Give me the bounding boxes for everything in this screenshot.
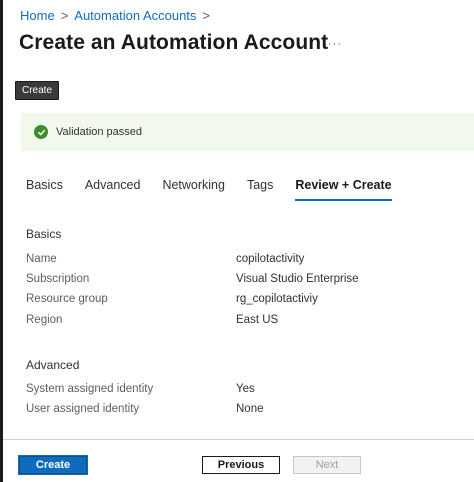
summary-row-subscription: Subscription Visual Studio Enterprise — [26, 273, 466, 285]
summary-row-system-identity: System assigned identity Yes — [26, 383, 466, 395]
row-label: Resource group — [26, 293, 108, 305]
breadcrumb-separator-icon: > — [202, 8, 211, 23]
tab-review-create[interactable]: Review + Create — [295, 178, 392, 201]
row-value: None — [236, 403, 264, 415]
tab-tags[interactable]: Tags — [247, 178, 273, 201]
row-value: East US — [236, 314, 279, 326]
create-tooltip: Create — [15, 81, 60, 100]
row-label: Region — [26, 314, 63, 326]
tab-bar: Basics Advanced Networking Tags Review +… — [26, 178, 414, 201]
row-label: User assigned identity — [26, 403, 140, 415]
summary-row-user-identity: User assigned identity None — [26, 403, 466, 415]
breadcrumb-home-link[interactable]: Home — [20, 8, 55, 23]
row-value: Visual Studio Enterprise — [236, 273, 359, 285]
row-value: rg_copilotactiviy — [236, 293, 318, 305]
summary-row-region: Region East US — [26, 314, 466, 326]
summary-row-resource-group: Resource group rg_copilotactiviy — [26, 293, 466, 305]
footer-divider — [3, 439, 474, 440]
validation-banner: Validation passed — [21, 113, 474, 151]
create-button[interactable]: Create — [19, 456, 87, 474]
tab-advanced[interactable]: Advanced — [85, 178, 141, 201]
automation-account-create-page: Home > Automation Accounts > Create an A… — [0, 0, 474, 482]
check-circle-icon — [34, 125, 48, 139]
tab-basics[interactable]: Basics — [26, 178, 63, 201]
breadcrumb-separator-icon: > — [60, 8, 69, 23]
row-label: Subscription — [26, 273, 90, 285]
row-value: Yes — [236, 383, 255, 395]
window-edge — [0, 0, 3, 482]
basics-section-title: Basics — [26, 227, 62, 241]
summary-row-name: Name copilotactivity — [26, 253, 466, 265]
row-label: Name — [26, 253, 57, 265]
breadcrumb-automation-accounts-link[interactable]: Automation Accounts — [74, 8, 196, 23]
breadcrumb: Home > Automation Accounts > — [20, 8, 210, 23]
row-label: System assigned identity — [26, 383, 154, 395]
validation-status-text: Validation passed — [56, 126, 143, 138]
tab-networking[interactable]: Networking — [162, 178, 225, 201]
previous-button[interactable]: Previous — [202, 456, 280, 474]
page-title: Create an Automation Account — [19, 31, 329, 54]
more-options-icon[interactable]: ··· — [328, 38, 342, 50]
next-button[interactable]: Next — [293, 456, 361, 474]
advanced-section-title: Advanced — [26, 358, 80, 372]
row-value: copilotactivity — [236, 253, 305, 265]
